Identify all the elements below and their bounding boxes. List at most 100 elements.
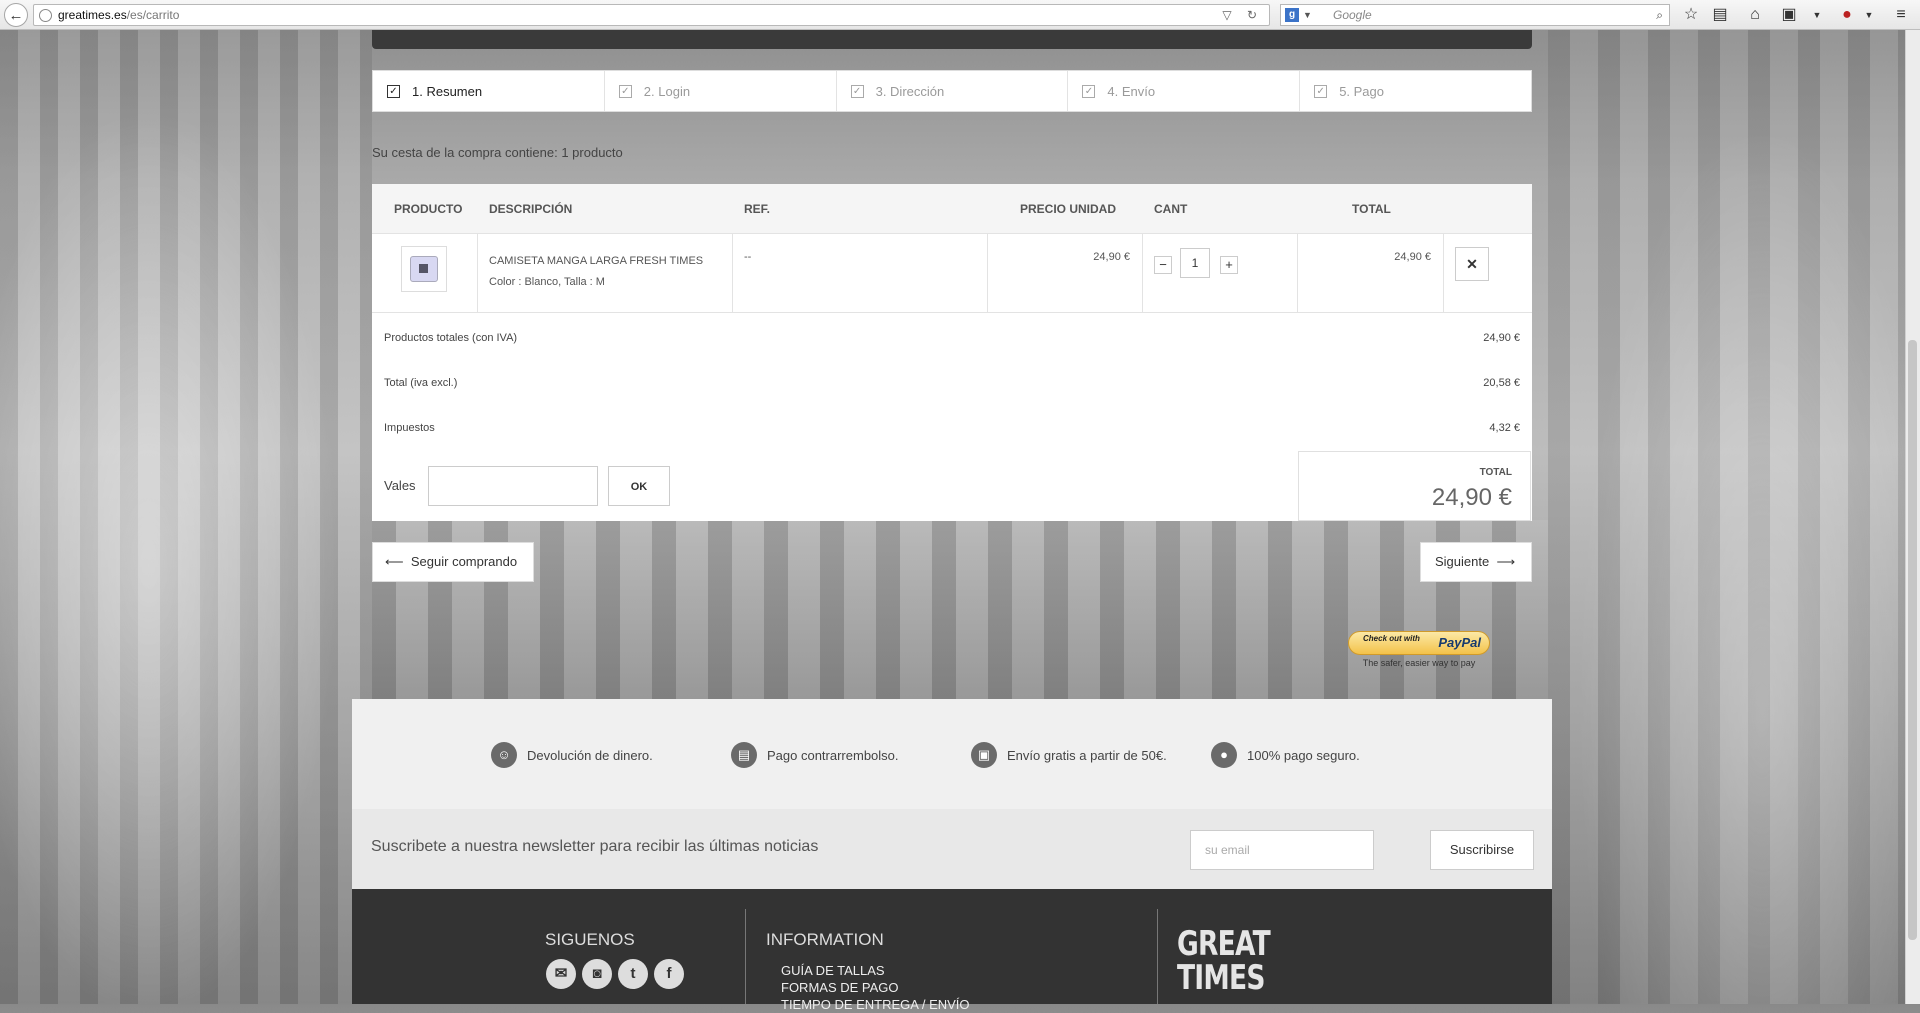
continue-shopping-button[interactable]: ⟵ Seguir comprando [372,542,534,582]
truck-icon: ▣ [971,742,997,768]
logo-line: GREAT [1177,924,1271,964]
search-box[interactable]: g ▼ Google ⌕ [1280,4,1670,26]
vertical-scrollbar[interactable] [1905,30,1920,1004]
grand-total-box: TOTAL 24,90 € [1298,451,1531,521]
tax-value: 4,32 € [1489,422,1520,434]
increase-qty-button[interactable]: + [1220,256,1238,274]
cart-totals: Productos totales (con IVA) 24,90 € Tota… [372,313,1532,521]
abp-icon[interactable]: ● [1836,4,1858,26]
checkbox-icon: ✓ [387,84,400,98]
product-thumbnail[interactable] [401,246,447,292]
arrow-left-icon: ⟵ [385,554,404,569]
voucher-label: Vales [384,478,416,493]
chevron-down-icon[interactable]: ▼ [1858,4,1880,26]
feature-label: Envío gratis a partir de 50€. [1007,747,1167,763]
cart-summary: Su cesta de la compra contiene: 1 produc… [372,145,623,160]
divider [1443,234,1444,312]
scrollbar-thumb[interactable] [1908,340,1917,940]
step-label: 1. Resumen [412,83,483,99]
feature-free-shipping: ▣ Envío gratis a partir de 50€. [971,742,1167,768]
url-bar[interactable]: greatimes.es/es/carrito ▽ ↻ [33,4,1270,26]
divider [1297,234,1298,312]
step-label: 2. Login [643,83,691,99]
tax-label: Impuestos [384,422,435,434]
grand-total-label: TOTAL [1479,467,1512,478]
link-size-guide[interactable]: GUÍA DE TALLAS [781,962,970,979]
header-qty: CANT [1154,202,1188,216]
reading-list-icon[interactable]: ▤ [1709,4,1731,26]
total-products-label: Productos totales (con IVA) [384,332,518,344]
header-bar [372,30,1532,49]
cart-table: PRODUCTO DESCRIPCIÓN REF. PRECIO UNIDAD … [372,184,1532,521]
voucher-input[interactable] [428,466,598,506]
step-shipping[interactable]: ✓ 4. Envío [1068,71,1301,111]
unit-price: 24,90 € [1093,251,1130,263]
line-total: 24,90 € [1394,251,1431,263]
link-delivery-time[interactable]: TIEMPO DE ENTREGA / ENVÍO [781,996,970,1013]
site-footer: SIGUENOS ✉ ◙ t f INFORMATION GUÍA DE TAL… [352,889,1552,1012]
checkbox-icon: ✓ [850,84,864,98]
continue-shopping-label: Seguir comprando [410,554,518,569]
feature-refund: ☺ Devolución de dinero. [491,742,653,768]
remove-item-button[interactable]: ✕ [1455,247,1489,281]
subscribe-button[interactable]: Suscribirse [1430,830,1534,870]
google-icon[interactable]: g [1285,8,1299,22]
smiley-icon: ☺ [491,742,517,768]
footer-divider [745,909,746,1004]
product-name[interactable]: CAMISETA MANGA LARGA FRESH TIMES [489,251,703,272]
product-description: CAMISETA MANGA LARGA FRESH TIMES Color :… [489,251,703,293]
chevron-down-icon[interactable]: ▼ [1806,4,1828,26]
decrease-qty-button[interactable]: − [1154,256,1172,274]
search-icon[interactable]: ⌕ [1656,5,1663,25]
facebook-icon[interactable]: f [654,959,684,989]
globe-icon [39,9,52,22]
star-icon[interactable]: ☆ [1680,4,1702,26]
email-icon[interactable]: ✉ [546,959,576,989]
instagram-icon[interactable]: ◙ [582,959,612,989]
divider [477,234,478,312]
paypal-brand: PayPal [1438,635,1481,650]
feature-label: Pago contrarrembolso. [767,747,899,763]
quantity-input[interactable]: 1 [1180,248,1210,278]
addon-icon[interactable]: ▣ [1778,4,1800,26]
lock-icon: ● [1211,742,1237,768]
paypal-tagline: The safer, easier way to pay [1362,658,1476,668]
cash-icon: ▤ [731,742,757,768]
paypal-logo: Check out with PayPal [1348,631,1490,655]
header-unit-price: PRECIO UNIDAD [1020,202,1117,216]
step-payment[interactable]: ✓ 5. Pago [1300,71,1531,111]
next-button[interactable]: Siguiente ⟶ [1420,542,1532,582]
city-background-middle [372,520,1548,700]
product-variant: Color : Blanco, Talla : M [489,276,605,288]
reload-icon[interactable]: ▽ ↻ [1222,5,1263,25]
feature-label: Devolución de dinero. [527,747,653,763]
features-strip: ☺ Devolución de dinero. ▤ Pago contrarremb… [352,699,1552,809]
footer-links: GUÍA DE TALLAS FORMAS DE PAGO TIEMPO DE … [781,962,970,1013]
chevron-down-icon[interactable]: ▼ [1303,5,1312,25]
step-label: 5. Pago [1339,83,1385,99]
twitter-icon[interactable]: t [618,959,648,989]
newsletter-section: Suscribete a nuestra newsletter para rec… [352,809,1552,889]
header-description: DESCRIPCIÓN [489,202,573,216]
logo-line: TIMES [1177,958,1265,998]
back-arrow-icon[interactable]: ← [4,3,28,27]
home-icon[interactable]: ⌂ [1744,4,1766,26]
link-payment-methods[interactable]: FORMAS DE PAGO [781,979,970,996]
next-label: Siguiente [1435,554,1490,569]
email-field[interactable]: su email [1190,830,1374,870]
table-row: CAMISETA MANGA LARGA FRESH TIMES Color :… [372,234,1532,313]
feature-cod: ▤ Pago contrarrembolso. [731,742,899,768]
grand-total-value: 24,90 € [1431,484,1512,511]
voucher-ok-button[interactable]: OK [608,466,670,506]
menu-icon[interactable]: ≡ [1890,4,1912,26]
step-label: 4. Envío [1107,83,1156,99]
paypal-check-out-text: Check out with [1363,634,1420,643]
paypal-checkout-button[interactable]: Check out with PayPal The safer, easier … [1348,631,1490,671]
divider [987,234,988,312]
brand-logo[interactable]: GREAT TIMES [1177,924,1271,998]
total-products-value: 24,90 € [1483,332,1520,344]
step-address[interactable]: ✓ 3. Dirección [837,71,1069,111]
step-login[interactable]: ✓ 2. Login [605,71,837,111]
step-summary[interactable]: ✓ 1. Resumen [373,71,605,111]
checkout-steps: ✓ 1. Resumen ✓ 2. Login ✓ 3. Dirección ✓ 4. … [372,70,1532,112]
